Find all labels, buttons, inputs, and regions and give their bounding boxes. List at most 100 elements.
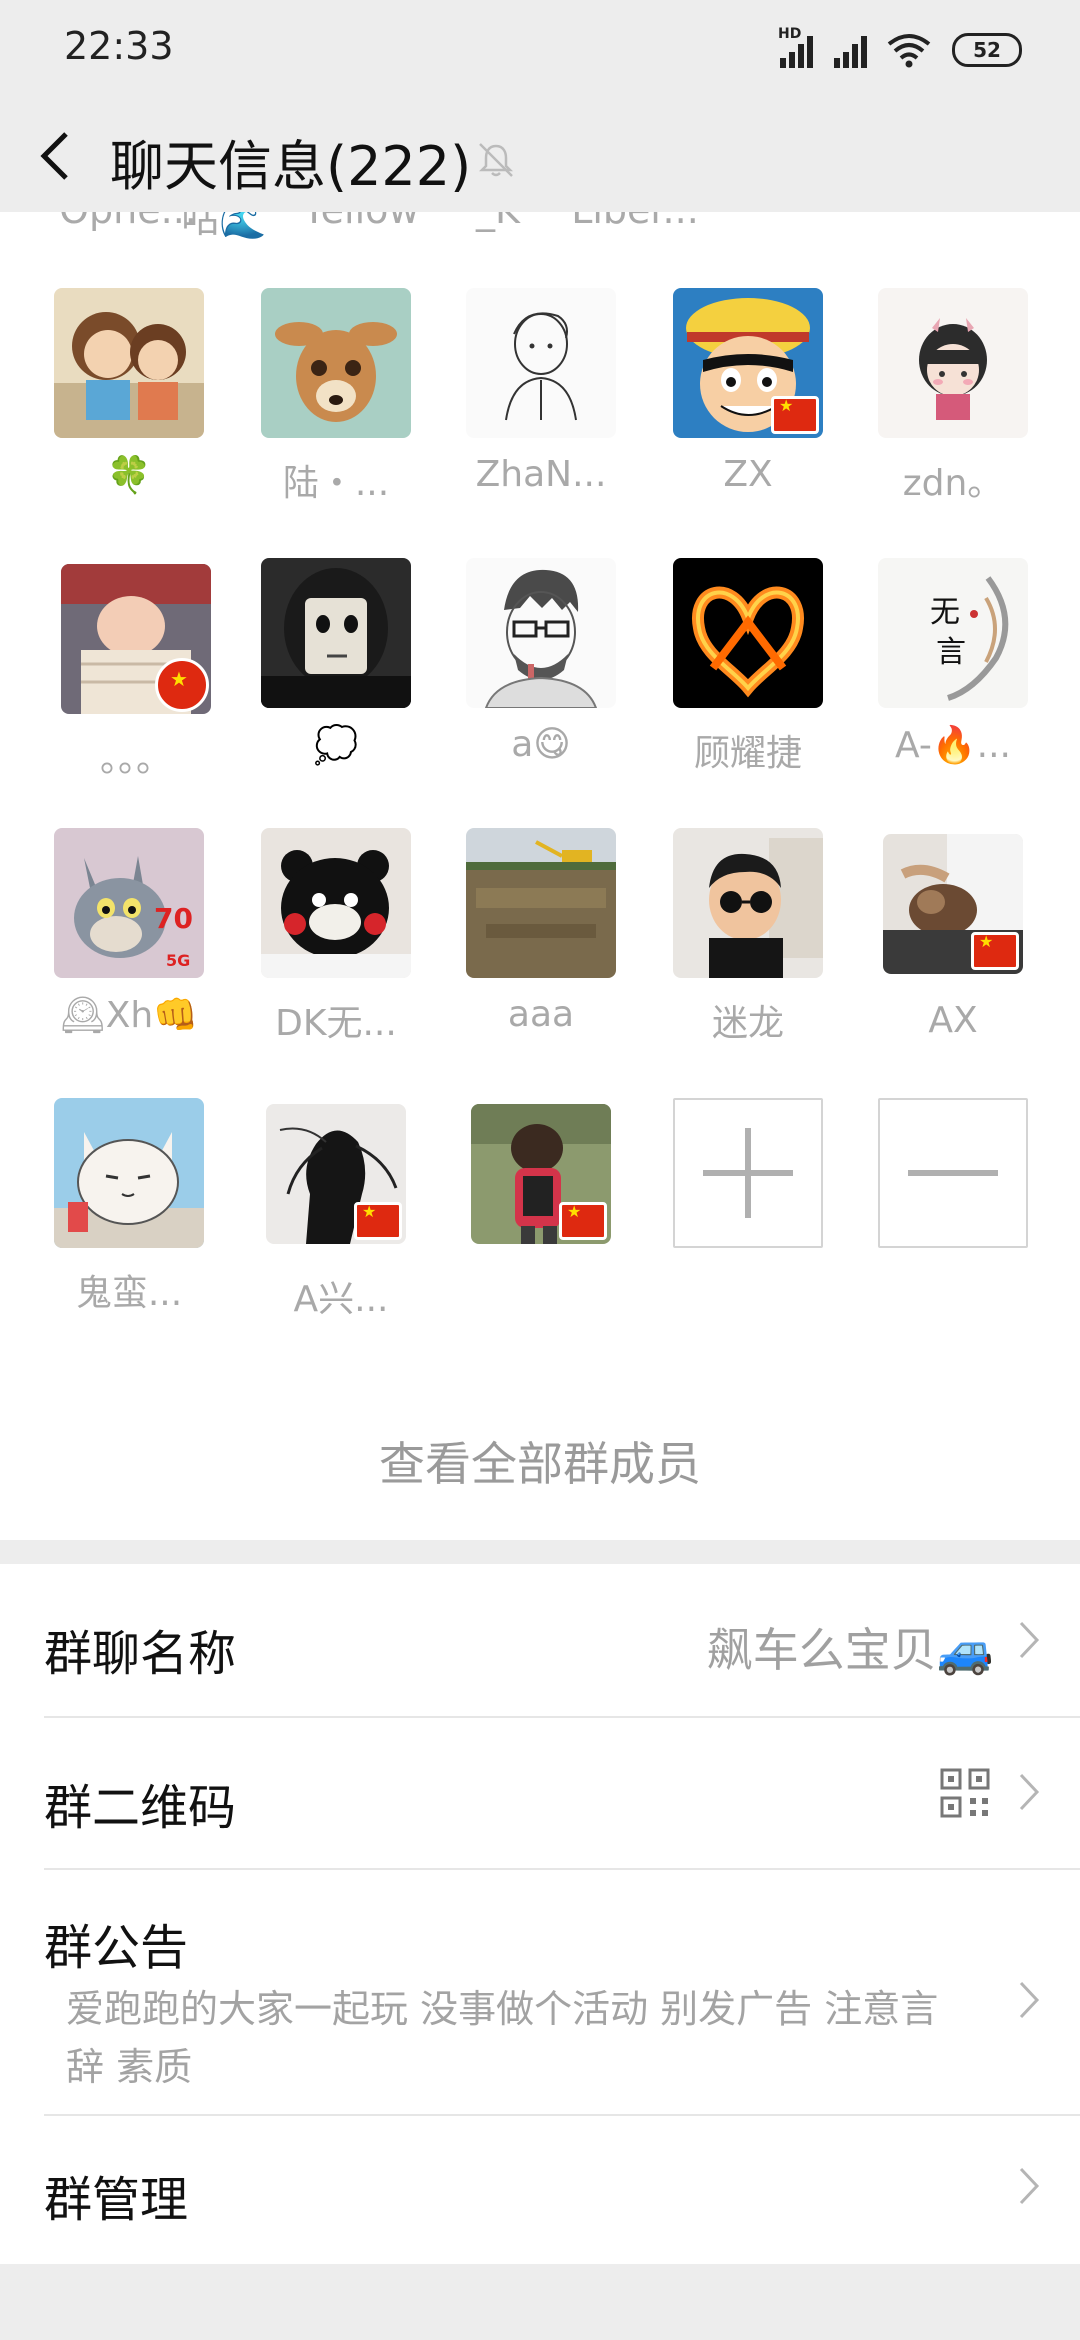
- nav-bar: 聊天信息(222): [0, 100, 1080, 212]
- group-name-value: 飙车么宝贝🚙: [706, 1623, 994, 1677]
- member-name: aaa: [507, 994, 575, 1035]
- member-avatar[interactable]: [883, 834, 1023, 974]
- member-item[interactable]: DK无...: [256, 828, 416, 1068]
- battery-icon: 52: [952, 33, 1022, 67]
- member-avatar[interactable]: [673, 828, 823, 978]
- member-item[interactable]: 顾耀捷: [668, 558, 828, 798]
- member-avatar[interactable]: 无 言: [878, 558, 1028, 708]
- chevron-right-icon: [1019, 1981, 1040, 2019]
- group-notice-row[interactable]: 群公告 爱跑跑的大家一起玩 没事做个活动 别发广告 注意言辞 素质: [0, 1870, 1080, 2114]
- avatar-calligraphy: 无: [930, 595, 960, 630]
- chevron-right-icon: [1019, 1621, 1040, 1659]
- member-item[interactable]: 。。。: [56, 564, 216, 804]
- member-item[interactable]: a😋: [461, 558, 621, 798]
- member-name[interactable]: Yellow: [281, 212, 441, 232]
- qr-code-icon: [940, 1768, 990, 1818]
- group-qr-row[interactable]: 群二维码: [0, 1718, 1080, 1868]
- member-item[interactable]: aaa: [461, 828, 621, 1068]
- member-avatar[interactable]: [673, 558, 823, 708]
- member-name: 鬼蛮...: [75, 1273, 183, 1314]
- member-item[interactable]: zdn。: [873, 288, 1033, 528]
- avatar-badge-text: 70: [154, 902, 193, 935]
- china-flag-icon: [155, 658, 209, 712]
- chevron-right-icon: [1019, 2167, 1040, 2205]
- member-item[interactable]: AX: [873, 834, 1033, 1074]
- member-name: ZhaN...: [475, 454, 607, 495]
- member-avatar[interactable]: [466, 558, 616, 708]
- member-item[interactable]: 💭: [256, 558, 416, 798]
- minus-icon: [908, 1170, 998, 1176]
- member-name: DK无...: [275, 1003, 397, 1044]
- member-avatar[interactable]: [878, 288, 1028, 438]
- group-manage-label: 群管理: [44, 2172, 189, 2228]
- member-avatar[interactable]: [466, 288, 616, 438]
- member-avatar[interactable]: [261, 558, 411, 708]
- member-avatar[interactable]: [54, 288, 204, 438]
- status-bar: 22:33 HD 52: [0, 0, 1080, 100]
- member-item[interactable]: ZhaN...: [461, 288, 621, 528]
- member-name: 迷龙: [711, 1003, 784, 1044]
- member-name: 。。。: [99, 739, 172, 780]
- member-item[interactable]: 鬼蛮...: [49, 1098, 209, 1338]
- hd-signal-icon: HD: [778, 26, 818, 68]
- avatar-badge-text: 5G: [166, 951, 190, 970]
- plus-icon: [703, 1128, 793, 1218]
- member-item[interactable]: 🍀: [49, 288, 209, 528]
- add-member-tile[interactable]: [673, 1098, 823, 1248]
- member-name: 🕰Xh👊: [59, 995, 198, 1036]
- member-grid: Ophe... 咕🌊 Yellow _K Liber... 🍀: [0, 212, 1080, 1540]
- member-avatar[interactable]: [266, 1104, 406, 1244]
- remove-member-button[interactable]: [873, 1098, 1033, 1338]
- member-name: AX: [928, 1000, 978, 1041]
- battery-level: 52: [973, 38, 1001, 62]
- member-name: zdn。: [902, 463, 1004, 504]
- china-flag-icon: [771, 396, 819, 434]
- member-name: 🍀: [106, 455, 152, 496]
- member-item[interactable]: A兴...: [261, 1104, 421, 1344]
- member-name[interactable]: _K: [418, 212, 578, 232]
- china-flag-icon: [971, 932, 1019, 970]
- member-item[interactable]: 陆・...: [256, 288, 416, 528]
- member-avatar[interactable]: [54, 1098, 204, 1248]
- member-item[interactable]: [466, 1104, 626, 1344]
- status-icons: HD 52: [778, 26, 1022, 72]
- group-manage-row[interactable]: 群管理: [0, 2116, 1080, 2264]
- bell-slash-icon: [478, 143, 514, 177]
- china-flag-icon: [559, 1202, 607, 1240]
- member-name: 💭: [313, 725, 359, 766]
- view-all-members-link[interactable]: 查看全部群成员: [0, 1428, 1080, 1494]
- group-name-label: 群聊名称: [44, 1626, 237, 1682]
- chevron-left-icon[interactable]: [36, 130, 76, 182]
- member-avatar[interactable]: [261, 288, 411, 438]
- member-name: A-🔥...: [895, 725, 1011, 766]
- partial-member-row: Ophe... 咕🌊 Yellow _K Liber...: [0, 212, 1080, 241]
- member-name: ZX: [723, 454, 773, 495]
- member-avatar[interactable]: [261, 828, 411, 978]
- member-avatar[interactable]: [466, 828, 616, 978]
- group-notice-text: 爱跑跑的大家一起玩 没事做个活动 别发广告 注意言辞 素质: [66, 1987, 939, 2089]
- avatar-calligraphy: 言: [936, 635, 966, 670]
- group-notice-label: 群公告: [44, 1920, 189, 1976]
- signal-icon: [834, 36, 867, 68]
- member-item[interactable]: 无 言 A-🔥...: [873, 558, 1033, 798]
- add-member-button[interactable]: [668, 1098, 828, 1338]
- member-item[interactable]: ZX: [668, 288, 828, 528]
- status-time: 22:33: [64, 24, 174, 68]
- member-name: 顾耀捷: [693, 733, 802, 774]
- member-name: 陆・...: [282, 463, 390, 504]
- member-name: A兴...: [293, 1279, 389, 1320]
- member-name: a😋: [511, 724, 571, 765]
- member-name[interactable]: Liber...: [555, 212, 715, 232]
- member-name[interactable]: 咕🌊: [144, 212, 304, 243]
- remove-member-tile[interactable]: [878, 1098, 1028, 1248]
- chevron-right-icon: [1019, 1773, 1040, 1811]
- member-avatar[interactable]: [61, 564, 211, 714]
- page-title: 聊天信息(222): [110, 135, 472, 198]
- member-avatar[interactable]: [673, 288, 823, 438]
- member-avatar[interactable]: [471, 1104, 611, 1244]
- member-avatar[interactable]: 70 5G: [54, 828, 204, 978]
- group-name-row[interactable]: 群聊名称 飙车么宝贝🚙: [0, 1564, 1080, 1716]
- member-item[interactable]: 70 5G 🕰Xh👊: [49, 828, 209, 1068]
- member-item[interactable]: 迷龙: [668, 828, 828, 1068]
- wifi-icon: [887, 34, 931, 68]
